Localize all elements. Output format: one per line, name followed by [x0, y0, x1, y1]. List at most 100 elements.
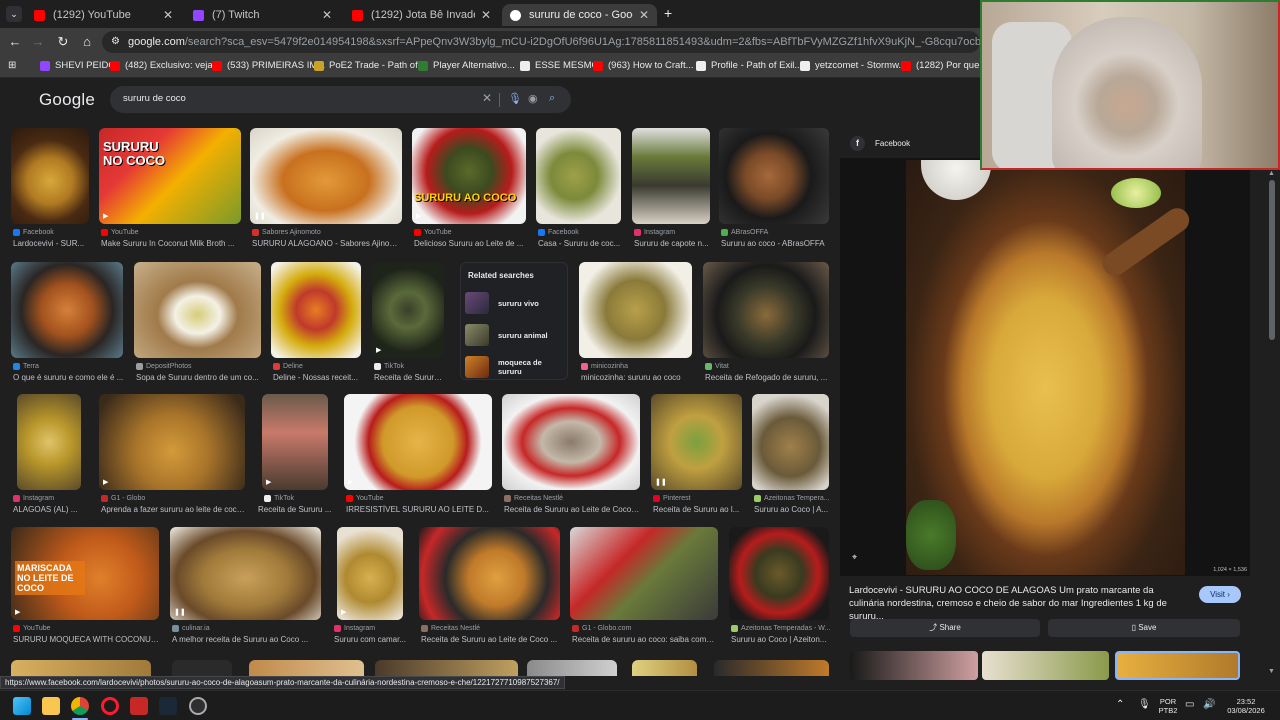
result-thumbnail[interactable]	[11, 128, 89, 224]
scrollbar-thumb[interactable]	[1269, 180, 1275, 340]
search-input[interactable]: sururu de coco	[123, 93, 186, 104]
result-caption[interactable]: Receita de sururu ao coco: saiba como ..…	[572, 635, 718, 644]
google-lens-icon[interactable]: ⌖	[852, 552, 864, 564]
result-thumbnail[interactable]	[570, 527, 718, 620]
image-result[interactable]: ▶ YouTube IRRESISTÍVEL SURURU AO LEITE D…	[344, 394, 492, 514]
result-thumbnail[interactable]	[703, 262, 829, 358]
image-result-partial[interactable]	[375, 660, 518, 676]
bookmark-item[interactable]: PoE2 Trade - Path of...	[314, 60, 426, 71]
microphone-icon[interactable]: 🎙	[508, 92, 522, 105]
preview-image[interactable]	[906, 160, 1194, 575]
result-thumbnail[interactable]: ▶	[344, 394, 492, 490]
result-thumbnail[interactable]: ❚❚	[170, 527, 321, 620]
result-thumbnail[interactable]	[17, 394, 81, 490]
result-caption[interactable]: Sururu de capote n...	[634, 239, 712, 248]
scrollbar[interactable]	[1266, 170, 1278, 678]
result-thumbnail[interactable]: ▶	[262, 394, 328, 490]
image-result[interactable]: DepositPhotos Sopa de Sururu dentro de u…	[134, 262, 261, 382]
steam-icon[interactable]	[159, 697, 177, 715]
result-thumbnail[interactable]: ❚❚	[250, 128, 402, 224]
result-thumbnail[interactable]	[536, 128, 621, 224]
result-caption[interactable]: Sopa de Sururu dentro de um co...	[136, 373, 261, 382]
image-result[interactable]: minicozinha minicozinha: sururu ao coco	[579, 262, 692, 382]
file-explorer-icon[interactable]	[42, 697, 60, 715]
google-logo[interactable]: Google	[39, 90, 95, 110]
image-result[interactable]: Azeitonas Temperadas - W... Sururu ao Co…	[729, 527, 830, 647]
bookmark-item[interactable]: SHEVI PEIDO	[40, 60, 116, 71]
app-icon[interactable]	[130, 697, 148, 715]
image-result[interactable]: ❚❚ Pinterest Receita de Sururu ao l...	[651, 394, 742, 514]
result-thumbnail[interactable]: MARISCADA NO LEITE DE COCO ▶	[11, 527, 159, 620]
camera-lens-icon[interactable]: ◉	[528, 92, 538, 105]
volume-icon[interactable]: 🔊	[1203, 699, 1215, 710]
bookmark-item[interactable]: yetzcomet - Stormw...	[800, 60, 906, 71]
result-thumbnail[interactable]: ▶	[99, 394, 245, 490]
result-thumbnail[interactable]	[719, 128, 829, 224]
image-result[interactable]: Facebook Casa - Sururu de coc...	[536, 128, 621, 248]
related-thumbnail[interactable]	[1115, 651, 1240, 680]
home-icon[interactable]: ⌂	[78, 33, 96, 51]
image-result-partial[interactable]	[632, 660, 697, 676]
result-thumbnail[interactable]	[632, 128, 710, 224]
reload-icon[interactable]: ↻	[54, 33, 72, 51]
microphone-icon[interactable]: 🎙	[1138, 699, 1151, 710]
apps-icon[interactable]: ⊞	[8, 60, 16, 71]
image-result[interactable]: SURURU NO COCO ▶ YouTube Make Sururu In …	[99, 128, 241, 248]
clock[interactable]: 23:52 03/08/2026	[1222, 697, 1270, 715]
result-caption[interactable]: Sururu ao Coco | Azeiton...	[731, 635, 829, 644]
result-caption[interactable]: Sururu ao coco - ABrasOFFA	[721, 239, 829, 248]
tab-search-button[interactable]: ⌄	[6, 6, 22, 22]
image-result[interactable]: Instagram ALAGOAS (AL) ...	[13, 394, 81, 514]
result-caption[interactable]: Receita de Sururu ao Leite de Coco ...	[504, 505, 640, 514]
image-result[interactable]: SURURU AO COCO ▶ YouTube Delicioso Surur…	[412, 128, 526, 248]
image-result[interactable]: Facebook Lardocevivi - SUR...	[11, 128, 89, 248]
network-icon[interactable]: ▭	[1185, 699, 1194, 710]
tab-jota-be[interactable]: (1292) Jota Bê Invaders MODO ✕	[344, 4, 499, 26]
search-icon[interactable]: ⌕	[549, 92, 555, 105]
visit-button[interactable]: Visit ›	[1199, 586, 1241, 603]
result-caption[interactable]: Sururu com camar...	[334, 635, 410, 644]
related-search-item[interactable]: moqueca de sururu	[465, 355, 565, 379]
related-thumbnail[interactable]	[850, 651, 978, 680]
back-icon[interactable]: ←	[6, 33, 24, 51]
tab-google-search[interactable]: sururu de coco - Google Search ✕	[502, 4, 657, 26]
bookmark-item[interactable]: (482) Exclusivo: veja...	[110, 60, 221, 71]
related-thumbnail[interactable]	[982, 651, 1109, 680]
save-button[interactable]: ▯ Save	[1048, 619, 1240, 637]
close-icon[interactable]: ✕	[322, 8, 332, 22]
new-tab-button[interactable]: +	[664, 5, 672, 21]
result-caption[interactable]: Receita de Sururu ...	[258, 505, 334, 514]
image-result-partial[interactable]	[714, 660, 829, 676]
result-caption[interactable]: O que é sururu e como ele é ...	[13, 373, 125, 382]
obs-icon[interactable]	[189, 697, 207, 715]
result-thumbnail[interactable]	[752, 394, 829, 490]
close-icon[interactable]: ✕	[481, 8, 491, 22]
image-result-partial[interactable]	[249, 660, 364, 676]
result-caption[interactable]: Delicioso Sururu ao Leite de ...	[414, 239, 526, 248]
search-box[interactable]: sururu de coco ✕ 🎙 ◉ ⌕	[110, 86, 571, 113]
image-result-partial[interactable]	[527, 660, 617, 676]
panel-source[interactable]: f Facebook	[850, 136, 910, 151]
result-thumbnail[interactable]	[579, 262, 692, 358]
image-result[interactable]: ▶ TikTok Receita de Sururu ...	[372, 262, 446, 382]
bookmark-item[interactable]: (533) PRIMEIRAS IM...	[212, 60, 325, 71]
result-caption[interactable]: A melhor receita de Sururu ao Coco ...	[172, 635, 321, 644]
site-info-icon[interactable]: ⚙	[111, 31, 120, 53]
image-result[interactable]: Vitat Receita de Refogado de sururu, ...	[703, 262, 829, 382]
result-caption[interactable]: Deline - Nossas receit...	[273, 373, 363, 382]
result-thumbnail[interactable]	[419, 527, 560, 620]
related-search-item[interactable]: sururu vivo	[465, 291, 565, 315]
language-indicator[interactable]: POR PTB2	[1158, 697, 1178, 715]
image-result[interactable]: Instagram Sururu de capote n...	[632, 128, 710, 248]
result-thumbnail[interactable]	[134, 262, 261, 358]
result-caption[interactable]: Receita de Refogado de sururu, ...	[705, 373, 829, 382]
result-caption[interactable]: Aprenda a fazer sururu ao leite de coco.…	[101, 505, 245, 514]
result-caption[interactable]: SURURU MOQUECA WITH COCONUT...	[13, 635, 159, 644]
chrome-icon[interactable]	[71, 697, 89, 715]
scroll-up-icon[interactable]: ▲	[1268, 170, 1275, 177]
image-result[interactable]: ❚❚ Sabores Ajinomoto SURURU ALAGOANO - S…	[250, 128, 402, 248]
forward-icon[interactable]: →	[29, 33, 47, 51]
result-thumbnail[interactable]	[729, 527, 829, 620]
result-thumbnail[interactable]	[271, 262, 361, 358]
address-bar[interactable]: ⚙ google.com/search?sca_esv=5479f2e01495…	[102, 31, 980, 53]
